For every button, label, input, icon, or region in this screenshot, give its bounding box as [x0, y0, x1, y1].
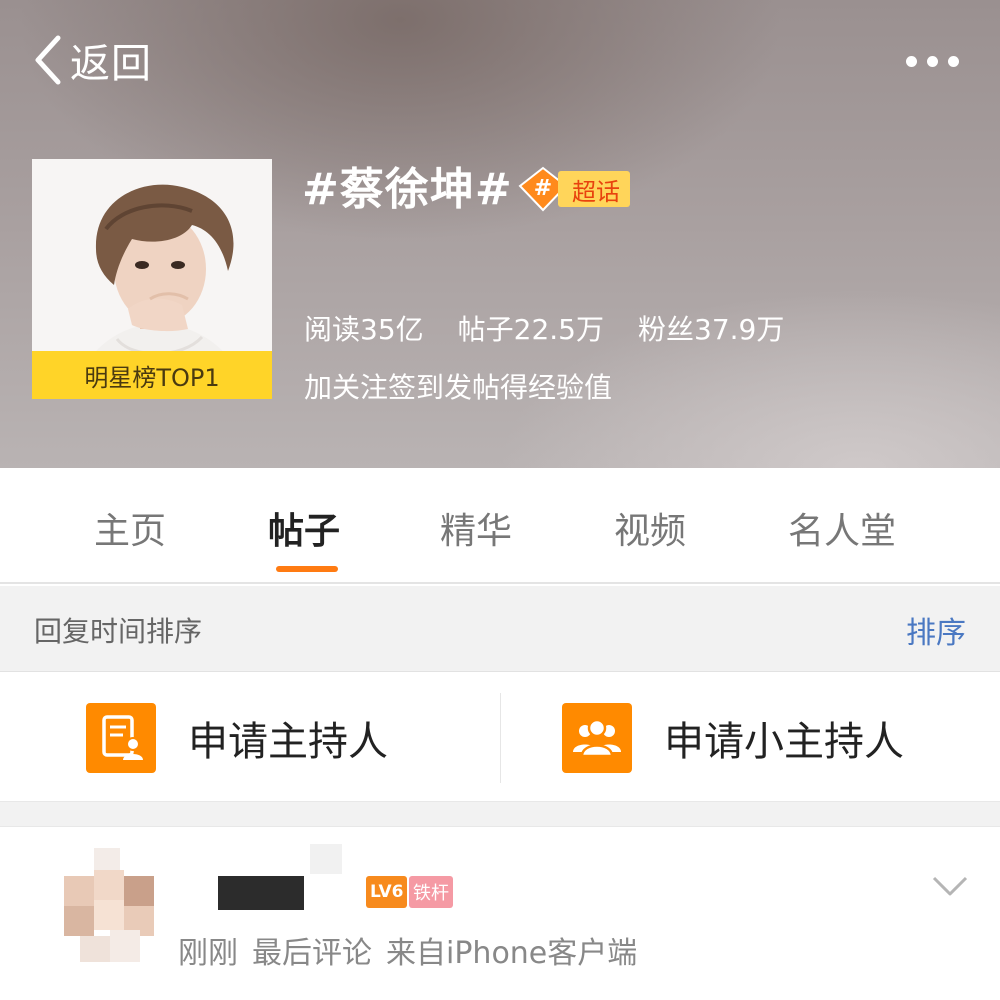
divider: [500, 693, 501, 783]
tab-hall-of-fame[interactable]: 名人堂: [788, 502, 896, 554]
apply-assistant-host-label: 申请小主持人: [664, 719, 904, 765]
username-redacted[interactable]: [218, 876, 304, 910]
super-topic-badge: # 超话: [518, 166, 630, 212]
section-gap: [0, 801, 1000, 827]
apply-host-label: 申请主持人: [188, 719, 388, 765]
more-dots-icon[interactable]: [904, 46, 962, 76]
tab-videos[interactable]: 视频: [614, 502, 686, 554]
tab-bar: 主页 帖子 精华 视频 名人堂: [0, 468, 1000, 584]
user-avatar[interactable]: [60, 848, 160, 968]
sort-button[interactable]: 排序: [906, 608, 966, 652]
group-icon: [562, 703, 632, 773]
topic-stats: 阅读35亿 帖子22.5万 粉丝37.9万: [304, 308, 784, 348]
apply-row: 申请主持人 申请小主持人: [0, 673, 1000, 801]
topic-header: 返回 明星榜TOP1 #蔡徐坤# # 超话 阅读35亿 帖子22.5万 粉丝37…: [0, 0, 1000, 468]
super-badge-label: 超话: [558, 171, 630, 207]
stat-reads: 阅读35亿: [304, 313, 424, 346]
post-item[interactable]: LV6 铁杆 刚刚 最后评论 来自iPhone客户端: [0, 828, 1000, 1000]
post-meta: 刚刚 最后评论 来自iPhone客户端: [178, 928, 637, 972]
sort-bar: 回复时间排序 排序: [0, 586, 1000, 672]
username-fragment: [310, 844, 342, 874]
apply-assistant-host-button[interactable]: 申请小主持人: [562, 703, 904, 773]
chevron-left-icon: [35, 35, 61, 85]
tab-posts[interactable]: 帖子: [268, 502, 340, 554]
topic-avatar[interactable]: 明星榜TOP1: [32, 159, 272, 399]
stat-fans: 粉丝37.9万: [638, 313, 785, 346]
stat-posts: 帖子22.5万: [457, 313, 604, 346]
topic-title: #蔡徐坤#: [302, 164, 513, 215]
user-role-badge: 铁杆: [409, 876, 453, 908]
rank-label: 明星榜TOP1: [32, 351, 272, 399]
back-button[interactable]: 返回: [30, 30, 152, 90]
apply-host-button[interactable]: 申请主持人: [86, 703, 388, 773]
active-tab-indicator: [276, 566, 338, 572]
follow-tip: 加关注签到发帖得经验值: [304, 371, 613, 404]
user-level-badge: LV6: [366, 876, 408, 908]
document-user-icon: [86, 703, 156, 773]
svg-text:#: #: [534, 176, 552, 201]
post-time: 刚刚: [178, 936, 238, 971]
chevron-down-icon[interactable]: [932, 874, 968, 898]
tab-home[interactable]: 主页: [94, 502, 166, 554]
sort-mode-label: 回复时间排序: [34, 615, 203, 648]
back-label: 返回: [70, 41, 152, 87]
tab-featured[interactable]: 精华: [440, 502, 512, 554]
post-last-action: 最后评论: [252, 936, 372, 971]
post-source: 来自iPhone客户端: [386, 936, 638, 971]
